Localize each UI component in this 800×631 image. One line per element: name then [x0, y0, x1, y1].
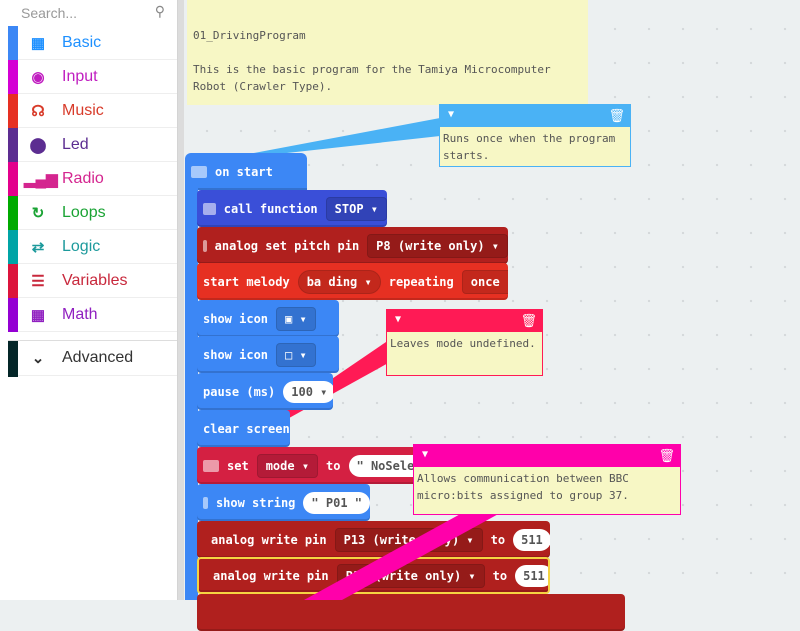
grid-icon: ▦	[30, 34, 46, 52]
comment-on-start[interactable]: ▼ 🗑 Runs once when the program starts.	[439, 104, 631, 167]
category-label: Advanced	[62, 349, 134, 366]
category-color-bar	[8, 128, 18, 162]
comment-set-mode[interactable]: ▼ 🗑 Leaves mode undefined.	[386, 309, 543, 376]
category-label: Input	[62, 67, 98, 85]
search-box[interactable]: Search... ⚲	[0, 0, 177, 26]
headphones-icon: ☊	[31, 102, 45, 120]
toolbox: Search... ⚲ ▦ Basic ◉ Input ☊ Music ⬤ Led ▂▄…	[0, 0, 178, 600]
category-advanced[interactable]: ⌄ Advanced	[8, 340, 177, 377]
chevron-down-icon: ⌄	[31, 350, 45, 367]
category-label: Music	[62, 101, 104, 119]
comment-text[interactable]: Leaves mode undefined.	[387, 332, 542, 375]
category-color-bar	[8, 341, 18, 377]
category-color-bar	[8, 60, 18, 94]
category-color-bar	[8, 162, 18, 196]
category-math[interactable]: ▦ Math	[8, 298, 177, 332]
category-label: Led	[62, 135, 89, 153]
category-color-bar	[8, 298, 18, 332]
signal-icon: ▂▄▆	[24, 170, 58, 188]
refresh-icon: ↻	[31, 204, 45, 222]
category-logic[interactable]: ⇄ Logic	[8, 230, 177, 264]
category-label: Logic	[62, 237, 101, 255]
workspace[interactable]: 01_DrivingProgram This is the basic prog…	[184, 0, 800, 631]
category-loops[interactable]: ↻ Loops	[8, 196, 177, 230]
connector-radio	[304, 512, 502, 600]
calculator-icon: ▦	[30, 306, 46, 324]
category-variables[interactable]: ☰ Variables	[8, 264, 177, 298]
category-led[interactable]: ⬤ Led	[8, 128, 177, 162]
category-label: Basic	[62, 33, 102, 51]
comment-text[interactable]: Runs once when the program starts.	[440, 127, 630, 166]
comment-radio[interactable]: ▼ 🗑 Allows communication between BBC micr…	[413, 444, 681, 515]
category-color-bar	[8, 94, 18, 128]
collapse-icon[interactable]: ▼	[422, 449, 428, 460]
category-color-bar	[8, 230, 18, 264]
target-icon: ◉	[31, 68, 45, 86]
toggle-icon: ⬤	[29, 136, 47, 154]
category-color-bar	[8, 264, 18, 298]
trash-icon[interactable]: 🗑	[658, 447, 675, 467]
category-radio[interactable]: ▂▄▆ Radio	[8, 162, 177, 196]
search-icon[interactable]: ⚲	[155, 3, 165, 20]
category-music[interactable]: ☊ Music	[8, 94, 177, 128]
comment-text[interactable]: Allows communication between BBC micro:b…	[414, 467, 680, 514]
category-basic[interactable]: ▦ Basic	[8, 26, 177, 60]
category-color-bar	[8, 26, 18, 60]
list-icon: ☰	[31, 272, 45, 290]
collapse-icon[interactable]: ▼	[395, 314, 401, 325]
search-input[interactable]: Search...	[21, 5, 77, 21]
category-color-bar	[8, 196, 18, 230]
collapse-icon[interactable]: ▼	[448, 109, 454, 120]
category-label: Loops	[62, 203, 106, 221]
trash-icon[interactable]: 🗑	[608, 107, 625, 127]
category-label: Variables	[62, 271, 128, 289]
category-input[interactable]: ◉ Input	[8, 60, 177, 94]
shuffle-icon: ⇄	[31, 238, 45, 256]
trash-icon[interactable]: 🗑	[520, 312, 537, 332]
category-label: Radio	[62, 169, 104, 187]
category-label: Math	[62, 305, 98, 323]
